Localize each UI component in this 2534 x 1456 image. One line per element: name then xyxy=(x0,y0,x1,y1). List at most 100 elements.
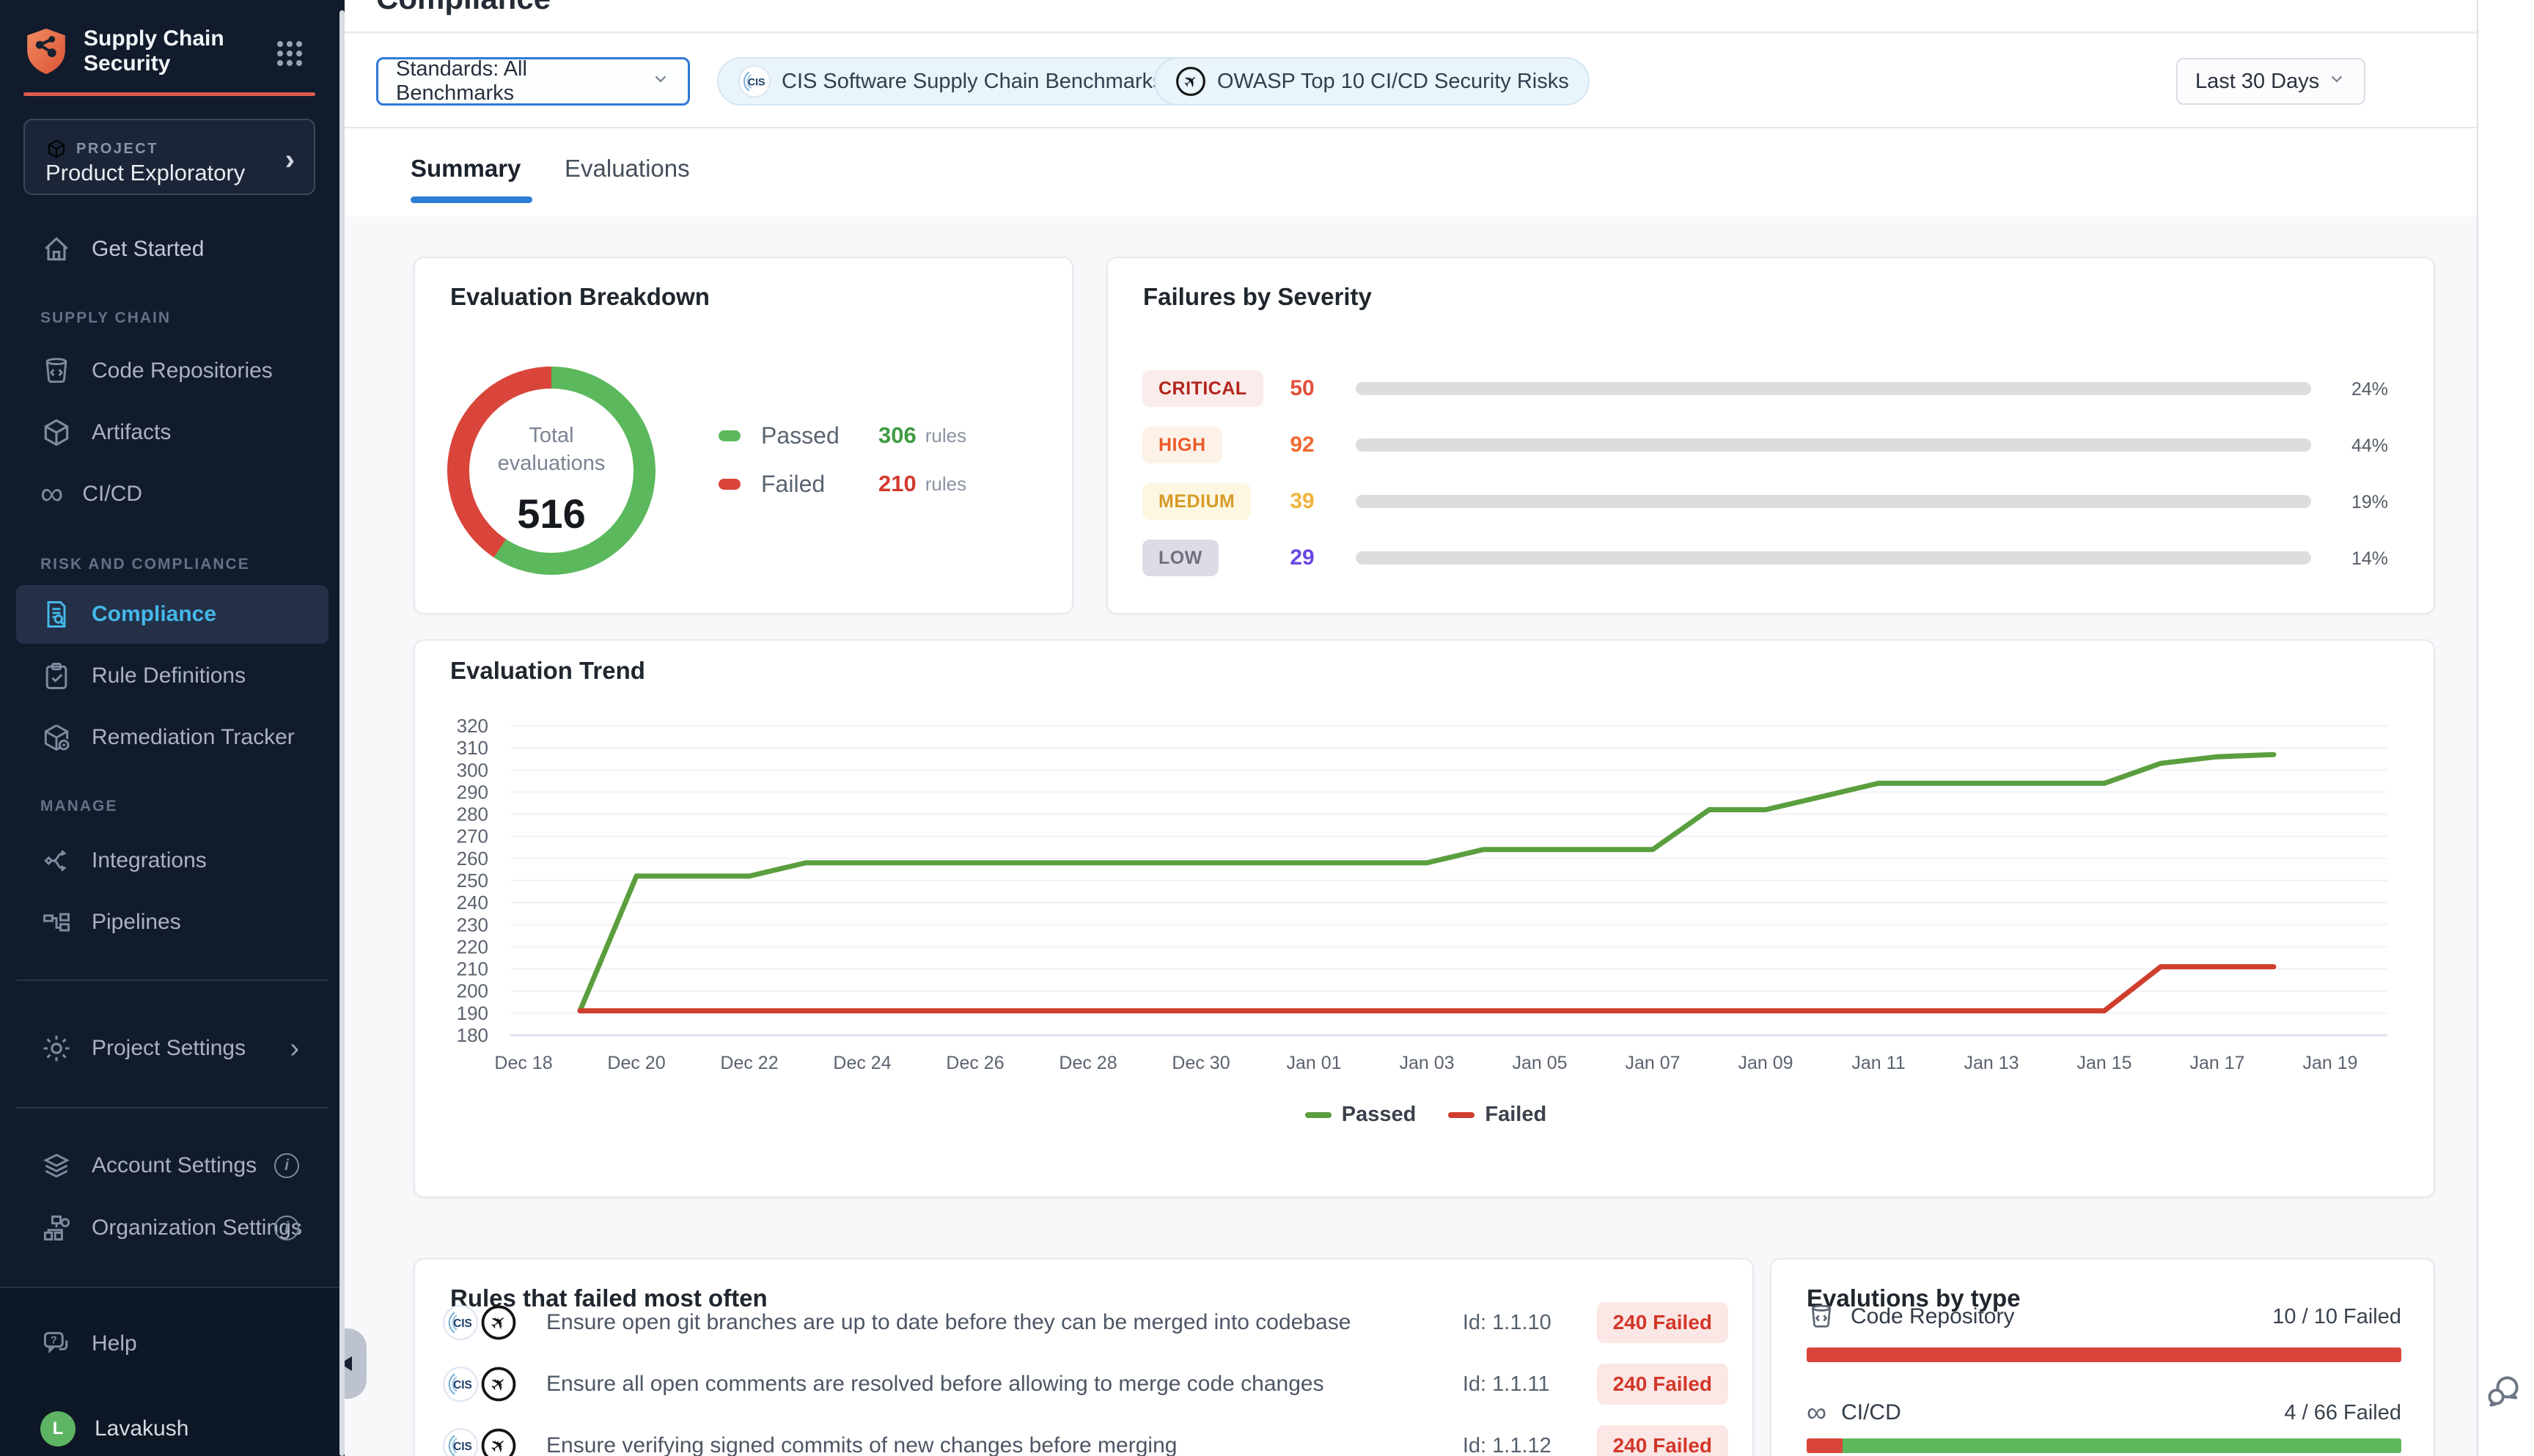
card-title: Failures by Severity xyxy=(1143,283,1372,311)
evaluation-trend-card: Evaluation Trend 18019020021022023024025… xyxy=(414,639,2435,1198)
svg-text:Jan 05: Jan 05 xyxy=(1512,1053,1567,1073)
failed-legend-label: Failed xyxy=(761,471,878,498)
svg-text:✈: ✈ xyxy=(1179,70,1202,93)
sidebar-item-rule-definitions[interactable]: Rule Definitions xyxy=(40,658,246,694)
svg-text:CIS: CIS xyxy=(453,1317,472,1330)
cis-benchmark-chip[interactable]: CIS CIS Software Supply Chain Benchmarks… xyxy=(717,57,1219,106)
type-status: 4 / 66 Failed xyxy=(2284,1401,2401,1425)
severity-percent: 24% xyxy=(2307,379,2388,400)
rule-row[interactable]: CIS ✈ Ensure verifying signed commits of… xyxy=(442,1422,1728,1456)
sidebar-item-code-repositories[interactable]: Code Repositories xyxy=(40,353,273,389)
severity-percent: 44% xyxy=(2307,435,2388,457)
cicd-infinity-icon: ∞ xyxy=(40,479,63,509)
failed-count: 210 xyxy=(878,471,917,497)
rule-text: Ensure verifying signed commits of new c… xyxy=(546,1433,1463,1456)
svg-text:300: 300 xyxy=(457,759,488,781)
sidebar-user[interactable]: L Lavakush xyxy=(40,1411,188,1447)
svg-text:200: 200 xyxy=(457,980,488,1002)
org-chart-icon xyxy=(40,1212,73,1244)
card-title: Evaluation Breakdown xyxy=(450,283,710,311)
rule-id: Id: 1.1.12 xyxy=(1463,1434,1584,1456)
sidebar-item-account-settings[interactable]: Account Settings i xyxy=(40,1147,328,1184)
chevron-right-icon: › xyxy=(285,144,295,177)
severity-badge: MEDIUM xyxy=(1142,483,1251,520)
rule-standard-icons: CIS ✈ xyxy=(442,1304,517,1341)
sidebar-item-cicd[interactable]: ∞ CI/CD xyxy=(40,476,142,512)
app-logo: Supply ChainSecurity xyxy=(23,26,317,76)
sidebar-scrollbar[interactable] xyxy=(339,10,345,1456)
donut-center-label: Total xyxy=(447,424,655,448)
svg-text:Jan 07: Jan 07 xyxy=(1625,1053,1680,1073)
app-grid-icon[interactable] xyxy=(277,41,302,66)
sidebar-item-help[interactable]: ? Help xyxy=(40,1326,137,1362)
date-range-label: Last 30 Days xyxy=(2195,70,2319,94)
severity-percent: 14% xyxy=(2307,548,2388,570)
passed-legend-swatch xyxy=(719,430,741,441)
svg-text:CIS: CIS xyxy=(453,1379,472,1391)
sidebar-item-label: Rule Definitions xyxy=(92,663,246,688)
sidebar-item-label: Compliance xyxy=(92,602,216,627)
donut-center-label: evaluations xyxy=(447,452,655,476)
legend-passed-row: Passed 306 rules xyxy=(719,421,966,450)
total-evaluations-value: 516 xyxy=(447,490,655,537)
rule-text: Ensure all open comments are resolved be… xyxy=(546,1372,1463,1397)
sidebar-item-remediation-tracker[interactable]: Remediation Tracker xyxy=(40,719,295,756)
sidebar-item-artifacts[interactable]: Artifacts xyxy=(40,414,171,451)
severity-badge: LOW xyxy=(1142,540,1219,576)
failures-by-severity-card: Failures by Severity CRITICAL 50 24% HIG… xyxy=(1106,257,2435,614)
sidebar-item-integrations[interactable]: Integrations xyxy=(40,842,207,879)
project-selector[interactable]: PROJECT Product Exploratory › xyxy=(23,119,315,195)
help-chat-icon: ? xyxy=(40,1328,73,1360)
owasp-logo-icon: ✈ xyxy=(480,1366,517,1402)
svg-text:CIS: CIS xyxy=(748,76,765,88)
severity-percent: 19% xyxy=(2307,492,2388,513)
rule-standard-icons: CIS ✈ xyxy=(442,1427,517,1456)
rule-standard-icons: CIS ✈ xyxy=(442,1366,517,1402)
svg-text:Dec 20: Dec 20 xyxy=(607,1053,665,1073)
sidebar-item-organization-settings[interactable]: Organization Settings i xyxy=(40,1210,328,1246)
cicd-infinity-icon: ∞ xyxy=(1807,1400,1826,1425)
tab-evaluations[interactable]: Evaluations xyxy=(565,155,690,183)
svg-text:Dec 22: Dec 22 xyxy=(720,1053,778,1073)
owasp-chip-label: OWASP Top 10 CI/CD Security Risks xyxy=(1217,70,1569,94)
shield-logo-icon xyxy=(23,26,69,76)
page-header: Compliance xyxy=(345,0,2534,33)
owasp-chip[interactable]: ✈ OWASP Top 10 CI/CD Security Risks xyxy=(1154,57,1590,106)
svg-text:Dec 18: Dec 18 xyxy=(494,1053,552,1073)
rule-row[interactable]: CIS ✈ Ensure open git branches are up to… xyxy=(442,1299,1728,1346)
section-risk-compliance: RISK AND COMPLIANCE xyxy=(40,556,250,573)
main-content: Compliance Standards: All Benchmarks CIS… xyxy=(345,0,2534,1456)
trend-legend: Passed Failed xyxy=(415,1103,2436,1127)
tab-summary[interactable]: Summary xyxy=(411,155,521,183)
sidebar-item-label: Pipelines xyxy=(92,910,181,935)
user-name: Lavakush xyxy=(95,1416,188,1441)
cis-logo-icon: CIS xyxy=(738,65,771,98)
svg-text:Jan 11: Jan 11 xyxy=(1851,1053,1905,1073)
svg-text:260: 260 xyxy=(457,848,488,869)
logo-divider xyxy=(23,92,315,96)
sidebar: Supply ChainSecurity PROJECT Product Exp… xyxy=(0,0,345,1456)
cis-logo-icon: CIS xyxy=(442,1304,479,1341)
section-supply-chain: SUPPLY CHAIN xyxy=(40,309,171,327)
cis-chip-label: CIS Software Supply Chain Benchmarks 1.0 xyxy=(782,70,1199,94)
sidebar-item-project-settings[interactable]: Project Settings › xyxy=(40,1030,328,1067)
sidebar-item-compliance[interactable]: Compliance xyxy=(40,596,216,633)
rule-row[interactable]: CIS ✈ Ensure all open comments are resol… xyxy=(442,1361,1728,1408)
svg-text:190: 190 xyxy=(457,1002,488,1024)
svg-text:Jan 01: Jan 01 xyxy=(1286,1053,1341,1073)
severity-bar-track xyxy=(1356,382,2311,395)
info-icon[interactable]: i xyxy=(274,1153,299,1178)
sidebar-item-get-started[interactable]: Get Started xyxy=(40,231,204,268)
svg-text:Jan 15: Jan 15 xyxy=(2076,1053,2131,1073)
sidebar-item-pipelines[interactable]: Pipelines xyxy=(40,904,181,941)
severity-row-medium: MEDIUM 39 19% xyxy=(1108,479,2436,523)
svg-text:Dec 28: Dec 28 xyxy=(1059,1053,1117,1073)
date-range-dropdown[interactable]: Last 30 Days xyxy=(2176,58,2365,105)
layers-icon xyxy=(40,1150,73,1182)
standards-filter-dropdown[interactable]: Standards: All Benchmarks xyxy=(376,57,690,106)
info-icon[interactable]: i xyxy=(274,1216,299,1240)
chevron-down-icon xyxy=(2327,69,2346,94)
sidebar-item-label: CI/CD xyxy=(82,482,142,507)
chevron-right-icon: › xyxy=(290,1033,299,1065)
chat-support-icon[interactable] xyxy=(2486,1372,2522,1409)
